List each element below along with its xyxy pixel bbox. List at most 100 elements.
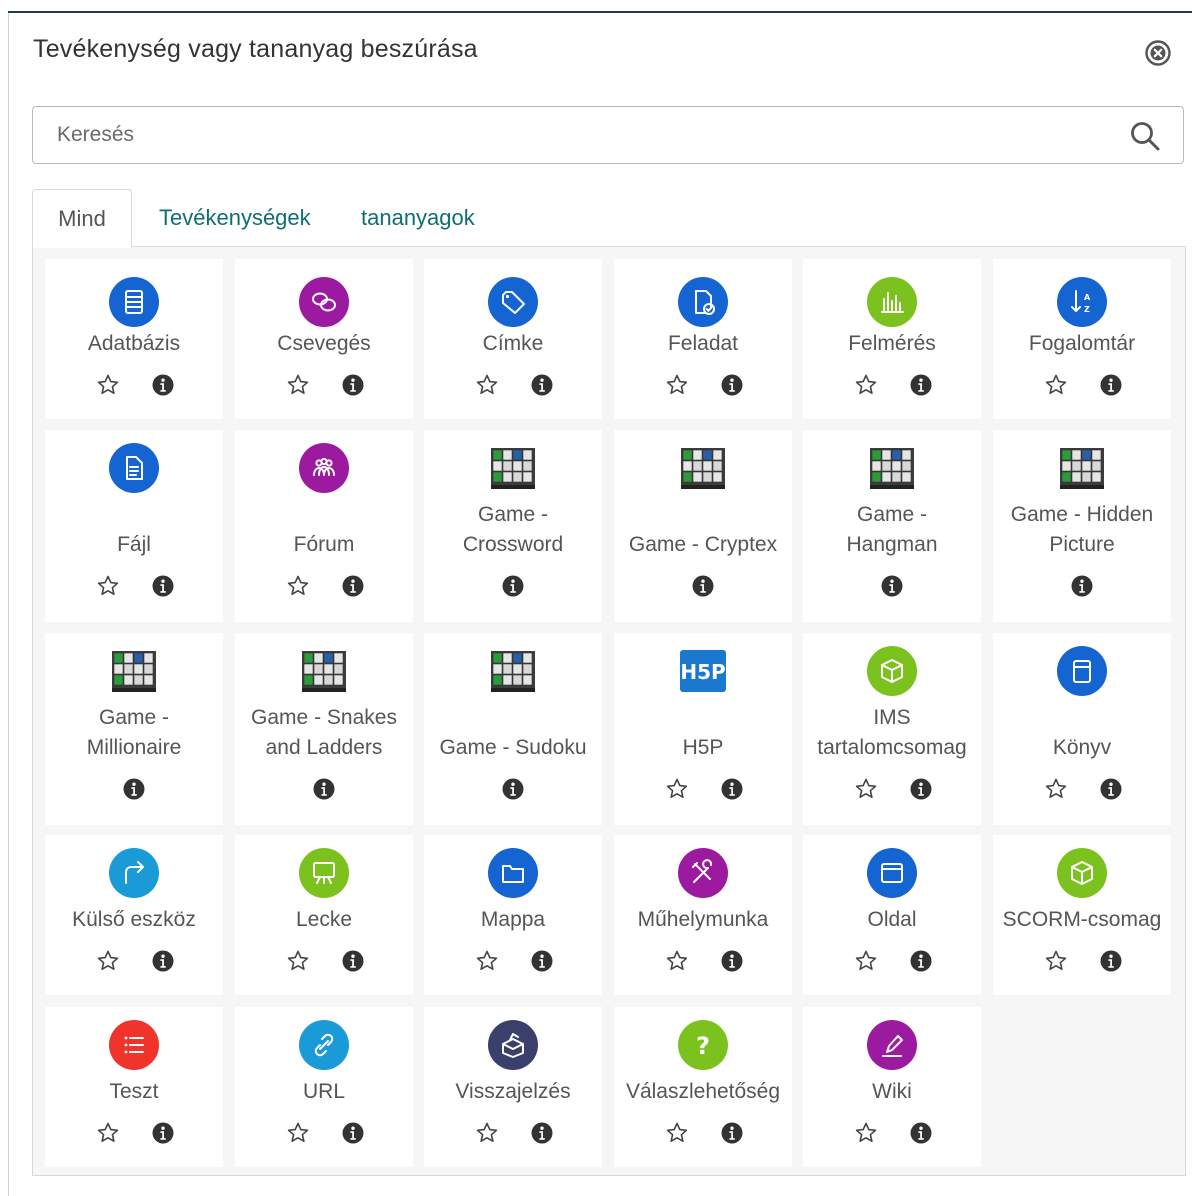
star-icon[interactable]: [475, 949, 499, 973]
star-icon[interactable]: [1044, 777, 1068, 801]
module-card[interactable]: A Z Fogalomtár: [993, 259, 1171, 419]
star-icon[interactable]: [96, 373, 120, 397]
module-card[interactable]: Fórum: [235, 430, 413, 622]
info-icon[interactable]: [342, 575, 364, 597]
info-icon[interactable]: [531, 950, 553, 972]
module-card[interactable]: Külső eszköz: [45, 835, 223, 995]
module-card[interactable]: Teszt: [45, 1007, 223, 1167]
module-card[interactable]: SCORM-csomag: [993, 835, 1171, 995]
star-icon[interactable]: [665, 949, 689, 973]
star-icon[interactable]: [475, 1121, 499, 1145]
star-icon[interactable]: [854, 1121, 878, 1145]
search-icon[interactable]: [1129, 120, 1161, 152]
info-icon[interactable]: [342, 374, 364, 396]
star-icon[interactable]: [475, 373, 499, 397]
info-icon[interactable]: [502, 575, 524, 597]
star-icon[interactable]: [665, 1121, 689, 1145]
module-label: Feladat: [667, 332, 739, 355]
module-label: URL: [302, 1080, 345, 1103]
info-icon[interactable]: [721, 778, 743, 800]
info-icon[interactable]: [313, 778, 335, 800]
star-icon[interactable]: [286, 949, 310, 973]
info-icon[interactable]: [1100, 374, 1122, 396]
database-icon: [109, 277, 159, 327]
module-label: Game - Sudoku: [439, 736, 587, 759]
module-card[interactable]: H5P H5P: [614, 633, 792, 825]
module-card[interactable]: Fájl: [45, 430, 223, 622]
star-icon[interactable]: [665, 777, 689, 801]
module-label: Lecke: [295, 908, 353, 931]
info-icon[interactable]: [910, 778, 932, 800]
module-card[interactable]: Címke: [424, 259, 602, 419]
module-card[interactable]: Game - Snakes and Ladders: [235, 633, 413, 825]
module-card[interactable]: Oldal: [803, 835, 981, 995]
module-card[interactable]: Lecke: [235, 835, 413, 995]
module-card[interactable]: Felmérés: [803, 259, 981, 419]
module-label: Felmérés: [848, 332, 936, 355]
module-card[interactable]: Mappa: [424, 835, 602, 995]
info-icon[interactable]: [910, 950, 932, 972]
module-card[interactable]: Feladat: [614, 259, 792, 419]
info-icon[interactable]: [531, 1122, 553, 1144]
info-icon[interactable]: [342, 950, 364, 972]
search-input[interactable]: [33, 107, 1113, 163]
info-icon[interactable]: [1100, 778, 1122, 800]
star-icon[interactable]: [286, 373, 310, 397]
star-icon[interactable]: [854, 777, 878, 801]
workshop-tools-icon: [678, 848, 728, 898]
star-icon[interactable]: [665, 373, 689, 397]
info-icon[interactable]: [342, 1122, 364, 1144]
svg-text:A: A: [1084, 293, 1091, 302]
info-icon[interactable]: [910, 374, 932, 396]
info-icon[interactable]: [531, 374, 553, 396]
star-icon[interactable]: [96, 574, 120, 598]
module-card[interactable]: Game - Millionaire: [45, 633, 223, 825]
glossary-sort-icon: AZ: [1057, 277, 1107, 327]
module-label: Adatbázis: [87, 332, 181, 355]
module-label: IMS tartalomcsomag: [817, 706, 967, 759]
module-card[interactable]: Visszajelzés: [424, 1007, 602, 1167]
star-icon[interactable]: [854, 949, 878, 973]
star-icon[interactable]: [286, 1121, 310, 1145]
close-circle-icon[interactable]: [1144, 39, 1172, 67]
tab-resources[interactable]: tananyagok: [361, 189, 475, 246]
info-icon[interactable]: [123, 778, 145, 800]
info-icon[interactable]: [910, 1122, 932, 1144]
info-icon[interactable]: [692, 575, 714, 597]
info-icon[interactable]: [881, 575, 903, 597]
module-label: SCORM-csomag: [1002, 908, 1162, 931]
module-card[interactable]: URL: [235, 1007, 413, 1167]
module-card[interactable]: Wiki: [803, 1007, 981, 1167]
info-icon[interactable]: [152, 950, 174, 972]
star-icon[interactable]: [1044, 373, 1068, 397]
module-card[interactable]: ? Válaszlehetőség: [614, 1007, 792, 1167]
star-icon[interactable]: [96, 949, 120, 973]
module-card[interactable]: Csevegés: [235, 259, 413, 419]
folder-icon: [488, 848, 538, 898]
info-icon[interactable]: [502, 778, 524, 800]
tab-activities[interactable]: Tevékenységek: [159, 189, 311, 246]
module-card[interactable]: Könyv: [993, 633, 1171, 825]
star-icon[interactable]: [854, 373, 878, 397]
module-card[interactable]: Game - Crossword: [424, 430, 602, 622]
info-icon[interactable]: [152, 575, 174, 597]
info-icon[interactable]: [152, 374, 174, 396]
star-icon[interactable]: [286, 574, 310, 598]
module-label: Fórum: [293, 533, 355, 556]
star-icon[interactable]: [96, 1121, 120, 1145]
info-icon[interactable]: [1071, 575, 1093, 597]
module-card[interactable]: Game - Sudoku: [424, 633, 602, 825]
star-icon[interactable]: [1044, 949, 1068, 973]
info-icon[interactable]: [152, 1122, 174, 1144]
info-icon[interactable]: [1100, 950, 1122, 972]
module-card[interactable]: Game - Cryptex: [614, 430, 792, 622]
info-icon[interactable]: [721, 1122, 743, 1144]
module-card[interactable]: Műhelymunka: [614, 835, 792, 995]
module-card[interactable]: IMS tartalomcsomag: [803, 633, 981, 825]
module-card[interactable]: Adatbázis: [45, 259, 223, 419]
module-card[interactable]: Game - Hidden Picture: [993, 430, 1171, 622]
info-icon[interactable]: [721, 374, 743, 396]
module-card[interactable]: Game - Hangman: [803, 430, 981, 622]
tab-all[interactable]: Mind: [32, 189, 132, 248]
info-icon[interactable]: [721, 950, 743, 972]
